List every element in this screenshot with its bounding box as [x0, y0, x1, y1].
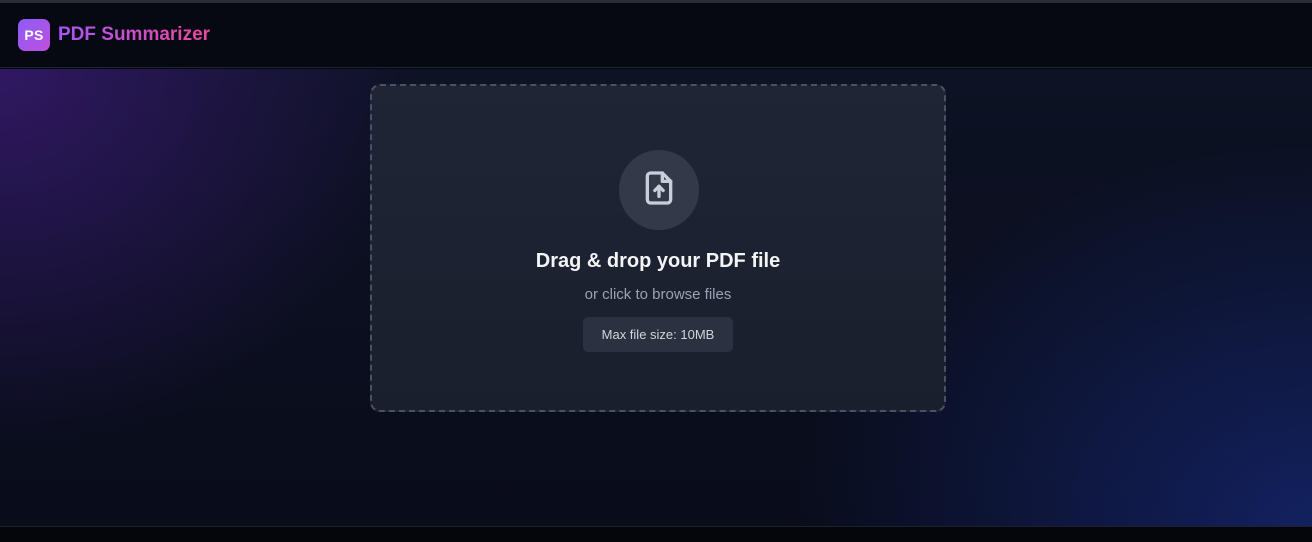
file-upload-icon [639, 168, 679, 213]
app-title[interactable]: PDF Summarizer [58, 24, 210, 46]
upload-icon-circle [619, 150, 699, 230]
max-file-size-badge: Max file size: 10MB [583, 317, 733, 352]
app-header: PS PDF Summarizer [0, 3, 1312, 68]
pdf-dropzone[interactable]: Drag & drop your PDF file or click to br… [370, 84, 946, 412]
logo-badge[interactable]: PS [18, 19, 50, 51]
dropzone-title: Drag & drop your PDF file [535, 250, 781, 272]
dropzone-subtitle: or click to browse files [584, 286, 732, 303]
app-footer [0, 526, 1312, 542]
